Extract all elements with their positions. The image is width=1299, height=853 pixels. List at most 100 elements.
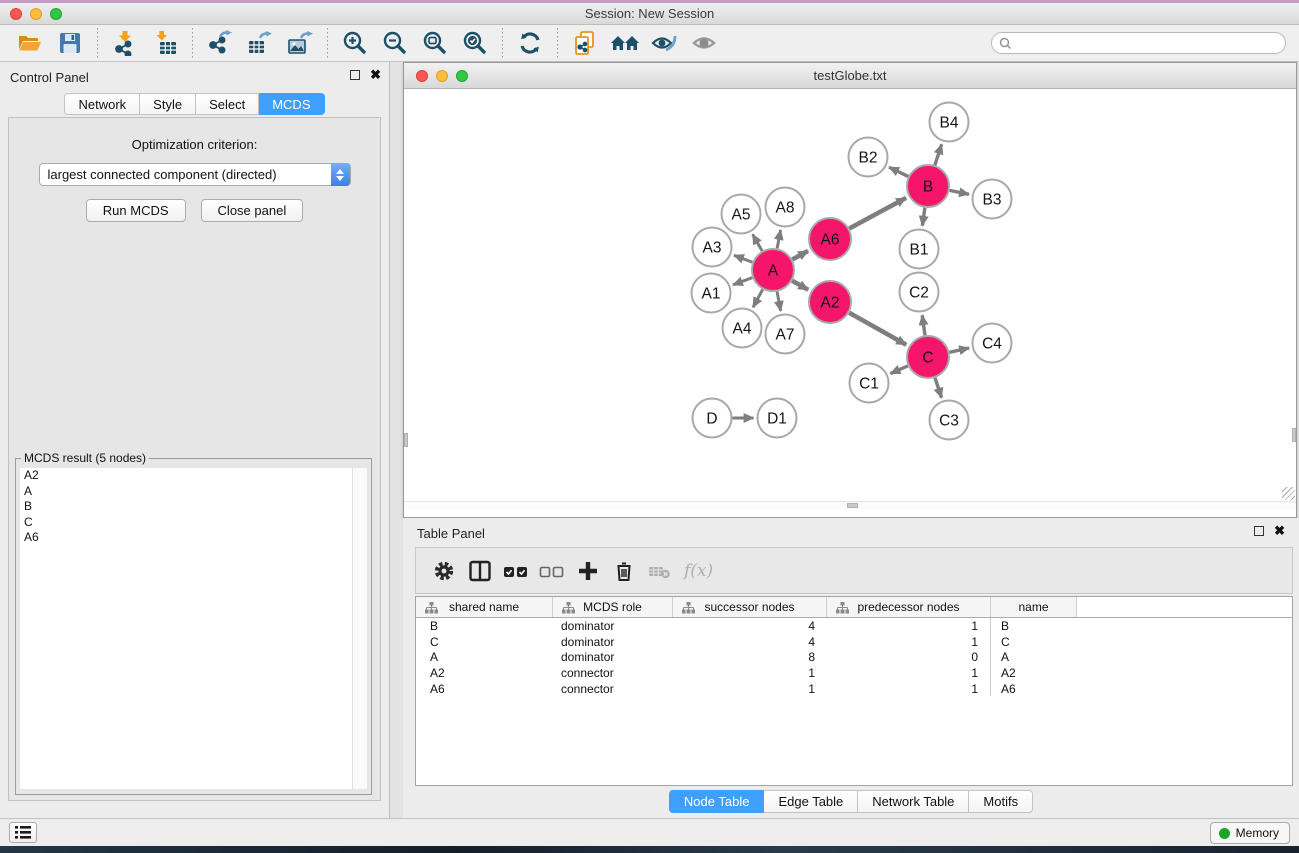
column-header-shared-name[interactable]: shared name bbox=[416, 597, 553, 617]
open-folder-icon[interactable] bbox=[13, 27, 47, 59]
cell-shared-name[interactable]: A6 bbox=[416, 681, 553, 697]
graph-edge-A-A7[interactable] bbox=[777, 292, 781, 311]
result-item[interactable]: A bbox=[20, 484, 352, 500]
select-all-rows-icon[interactable] bbox=[498, 553, 534, 589]
cell-successor-nodes[interactable]: 8 bbox=[673, 649, 827, 665]
cell-MCDS-role[interactable]: dominator bbox=[553, 649, 673, 665]
window-resize-grip[interactable] bbox=[1282, 487, 1295, 500]
zoom-in-icon[interactable] bbox=[338, 27, 372, 59]
cell-predecessor-nodes[interactable]: 1 bbox=[827, 618, 991, 634]
cell-successor-nodes[interactable]: 4 bbox=[673, 634, 827, 650]
tab-select[interactable]: Select bbox=[196, 93, 259, 115]
network-from-selection-icon[interactable] bbox=[568, 27, 602, 59]
cell-shared-name[interactable]: A2 bbox=[416, 665, 553, 681]
bird-eye-view-icon[interactable] bbox=[688, 27, 722, 59]
column-header-name[interactable]: name bbox=[991, 597, 1077, 617]
cell-MCDS-role[interactable]: dominator bbox=[553, 634, 673, 650]
run-mcds-button[interactable]: Run MCDS bbox=[86, 199, 186, 222]
tab-edge-table[interactable]: Edge Table bbox=[764, 790, 858, 813]
cell-shared-name[interactable]: A bbox=[416, 649, 553, 665]
cell-predecessor-nodes[interactable]: 0 bbox=[827, 649, 991, 665]
cell-successor-nodes[interactable]: 1 bbox=[673, 665, 827, 681]
graph-edge-A-A3[interactable] bbox=[734, 255, 752, 262]
cell-MCDS-role[interactable]: connector bbox=[553, 665, 673, 681]
graph-edge-B-B1[interactable] bbox=[922, 208, 925, 226]
export-table-icon[interactable] bbox=[243, 27, 277, 59]
cell-predecessor-nodes[interactable]: 1 bbox=[827, 634, 991, 650]
graph-edge-A2-C[interactable] bbox=[849, 313, 906, 345]
minimize-network-button[interactable] bbox=[436, 70, 448, 82]
graph-edge-B-B2[interactable] bbox=[889, 167, 908, 176]
zoom-out-icon[interactable] bbox=[378, 27, 412, 59]
cell-name[interactable]: A2 bbox=[991, 665, 1077, 681]
cell-predecessor-nodes[interactable]: 1 bbox=[827, 681, 991, 697]
cell-successor-nodes[interactable]: 4 bbox=[673, 618, 827, 634]
zoom-selected-icon[interactable] bbox=[458, 27, 492, 59]
graphics-details-icon[interactable] bbox=[648, 27, 682, 59]
show-columns-icon[interactable] bbox=[462, 553, 498, 589]
graph-edge-B-B4[interactable] bbox=[935, 144, 942, 165]
graph-edge-A-A6[interactable] bbox=[792, 251, 808, 260]
table-row[interactable]: A2connector11A2 bbox=[416, 665, 1292, 681]
mcds-result-list[interactable]: A2ABCA6 bbox=[20, 468, 352, 789]
column-header-successor-nodes[interactable]: successor nodes bbox=[673, 597, 827, 617]
result-item[interactable]: B bbox=[20, 499, 352, 515]
cell-name[interactable]: C bbox=[991, 634, 1077, 650]
table-row[interactable]: Cdominator41C bbox=[416, 634, 1292, 650]
graph-edge-A-A5[interactable] bbox=[753, 234, 762, 250]
vertical-scrollbar-left-thumb[interactable] bbox=[404, 433, 408, 447]
criterion-select[interactable]: largest connected component (directed) bbox=[39, 163, 351, 186]
node-table[interactable]: shared nameMCDS rolesuccessor nodesprede… bbox=[415, 596, 1293, 786]
delete-table-icon[interactable] bbox=[642, 553, 678, 589]
apply-layout-icon[interactable] bbox=[513, 27, 547, 59]
import-network-icon[interactable] bbox=[108, 27, 142, 59]
network-graph[interactable]: B4B2BB3A5A8A6A3B1AA1C2A2A4A7C4CC1DD1C3 bbox=[404, 89, 1296, 501]
graph-edge-C-C2[interactable] bbox=[922, 315, 925, 335]
column-header-predecessor-nodes[interactable]: predecessor nodes bbox=[827, 597, 991, 617]
graph-edge-C-C4[interactable] bbox=[949, 348, 969, 352]
tab-network-table[interactable]: Network Table bbox=[858, 790, 969, 813]
search-input[interactable] bbox=[991, 32, 1286, 54]
graph-edge-A-A8[interactable] bbox=[777, 230, 780, 248]
zoom-network-button[interactable] bbox=[456, 70, 468, 82]
first-neighbors-icon[interactable] bbox=[608, 27, 642, 59]
graph-edge-B-B3[interactable] bbox=[950, 190, 969, 194]
close-panel-icon[interactable]: ✖ bbox=[370, 70, 381, 80]
cell-shared-name[interactable]: C bbox=[416, 634, 553, 650]
close-window-button[interactable] bbox=[10, 8, 22, 20]
cell-predecessor-nodes[interactable]: 1 bbox=[827, 665, 991, 681]
tab-motifs[interactable]: Motifs bbox=[969, 790, 1033, 813]
column-header-MCDS-role[interactable]: MCDS role bbox=[553, 597, 673, 617]
tab-network[interactable]: Network bbox=[64, 93, 140, 115]
close-network-button[interactable] bbox=[416, 70, 428, 82]
cell-name[interactable]: B bbox=[991, 618, 1077, 634]
delete-column-icon[interactable] bbox=[606, 553, 642, 589]
task-history-button[interactable] bbox=[9, 822, 37, 843]
tab-style[interactable]: Style bbox=[140, 93, 196, 115]
zoom-window-button[interactable] bbox=[50, 8, 62, 20]
result-scrollbar[interactable] bbox=[352, 468, 367, 789]
horizontal-scrollbar[interactable] bbox=[404, 501, 1296, 509]
graph-edge-A-A2[interactable] bbox=[792, 281, 808, 290]
cell-name[interactable]: A6 bbox=[991, 681, 1077, 697]
graph-edge-C-C3[interactable] bbox=[935, 378, 942, 398]
horizontal-scrollbar-thumb[interactable] bbox=[847, 503, 858, 508]
float-table-panel-icon[interactable] bbox=[1254, 526, 1264, 536]
cell-shared-name[interactable]: B bbox=[416, 618, 553, 634]
result-item[interactable]: A2 bbox=[20, 468, 352, 484]
cell-name[interactable]: A bbox=[991, 649, 1077, 665]
add-column-icon[interactable] bbox=[570, 553, 606, 589]
close-panel-button[interactable]: Close panel bbox=[201, 199, 304, 222]
tab-mcds[interactable]: MCDS bbox=[259, 93, 324, 115]
graph-edge-A-A1[interactable] bbox=[733, 278, 752, 285]
save-session-icon[interactable] bbox=[53, 27, 87, 59]
export-network-icon[interactable] bbox=[203, 27, 237, 59]
deselect-all-rows-icon[interactable] bbox=[534, 553, 570, 589]
vertical-scrollbar-right-thumb[interactable] bbox=[1292, 428, 1296, 442]
import-table-icon[interactable] bbox=[148, 27, 182, 59]
graph-edge-C-C1[interactable] bbox=[891, 366, 908, 374]
memory-button[interactable]: Memory bbox=[1210, 822, 1290, 844]
graph-edge-A-A4[interactable] bbox=[753, 289, 763, 307]
cell-MCDS-role[interactable]: connector bbox=[553, 681, 673, 697]
table-settings-icon[interactable] bbox=[426, 553, 462, 589]
